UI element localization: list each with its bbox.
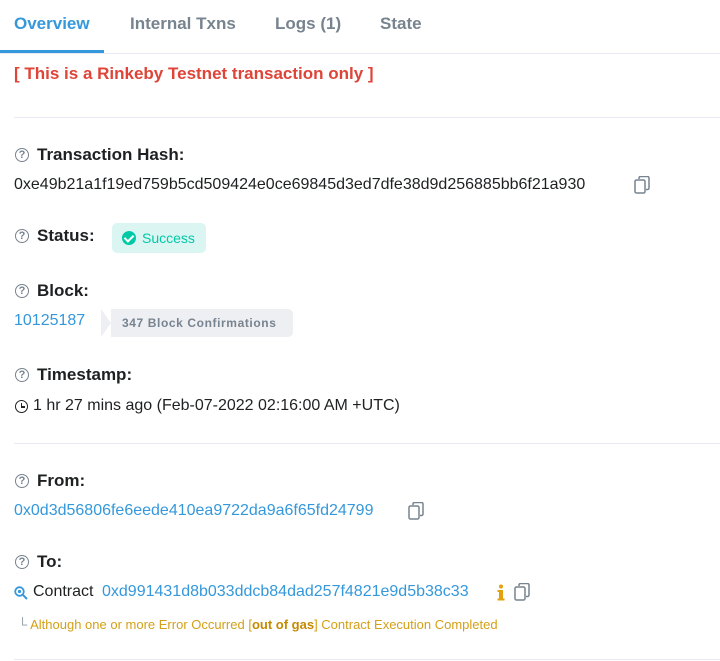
tab-logs[interactable]: Logs (1) xyxy=(275,14,341,34)
note-error: out of gas xyxy=(251,617,315,632)
timestamp-label: Timestamp: xyxy=(37,365,133,384)
note-pre: Although one or more Error Occurred [ xyxy=(30,617,252,632)
block-number-link[interactable]: 10125187 xyxy=(14,312,85,330)
block-label: Block: xyxy=(37,281,89,300)
divider xyxy=(14,117,720,118)
question-circle-icon[interactable]: ? xyxy=(15,148,29,162)
divider xyxy=(14,659,720,660)
status-value: Success xyxy=(142,230,195,246)
question-circle-icon[interactable]: ? xyxy=(15,555,29,569)
question-circle-icon[interactable]: ? xyxy=(15,474,29,488)
status-label: Status: xyxy=(37,226,95,245)
question-circle-icon[interactable]: ? xyxy=(15,284,29,298)
note-post: ] Contract Execution Completed xyxy=(314,617,498,632)
to-label: To: xyxy=(37,552,63,571)
tab-bar: Overview Internal Txns Logs (1) State xyxy=(0,0,720,54)
to-address-link[interactable]: 0xd991431d8b033ddcb84dad257f4821e9d5b38c… xyxy=(102,583,469,601)
block-confirmations-badge: 347 Block Confirmations xyxy=(101,309,293,337)
question-circle-icon[interactable]: ? xyxy=(15,229,29,243)
info-icon[interactable] xyxy=(497,584,505,601)
status-badge: Success xyxy=(112,223,206,253)
tx-hash-value: 0xe49b21a1f19ed759b5cd509424e0ce69845d3e… xyxy=(14,176,586,193)
tx-hash-label: Transaction Hash: xyxy=(37,145,185,164)
note-branch: └ xyxy=(18,617,28,632)
question-circle-icon[interactable]: ? xyxy=(15,368,29,382)
copy-icon[interactable] xyxy=(408,502,424,520)
execution-note: └ Although one or more Error Occurred [o… xyxy=(18,617,498,632)
active-tab-indicator xyxy=(0,50,104,53)
block-confirmations: 347 Block Confirmations xyxy=(122,316,277,330)
search-contract-icon xyxy=(14,586,28,600)
copy-icon[interactable] xyxy=(634,176,650,194)
clock-icon xyxy=(15,400,28,413)
from-label: From: xyxy=(37,471,86,490)
tab-overview[interactable]: Overview xyxy=(14,14,90,34)
divider xyxy=(14,443,720,444)
to-contract-prefix: Contract xyxy=(33,583,94,600)
testnet-notice: [ This is a Rinkeby Testnet transaction … xyxy=(14,64,374,83)
copy-icon[interactable] xyxy=(514,583,530,601)
tab-state[interactable]: State xyxy=(380,14,422,34)
tab-internal-txns[interactable]: Internal Txns xyxy=(130,14,236,34)
check-circle-icon xyxy=(122,231,136,245)
timestamp-value: 1 hr 27 mins ago (Feb-07-2022 02:16:00 A… xyxy=(33,397,400,414)
from-address-link[interactable]: 0x0d3d56806fe6eede410ea9722da9a6f65fd247… xyxy=(14,502,373,520)
